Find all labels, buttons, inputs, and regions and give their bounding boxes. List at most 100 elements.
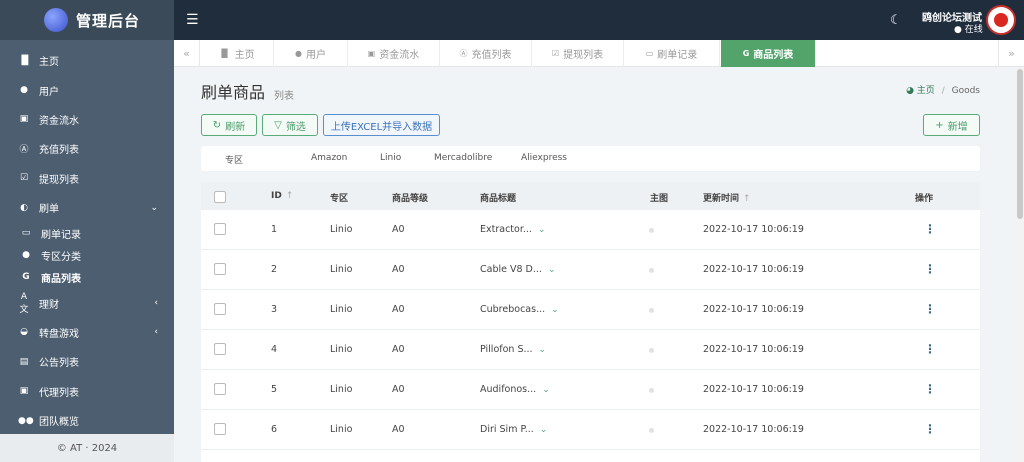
expand-chevron-icon[interactable]: ⌄ <box>538 225 546 235</box>
sidebar-item-label: 专区分类 <box>41 251 81 263</box>
cell-title-text: Audifonos... <box>480 384 537 395</box>
menu-toggle-icon[interactable]: ☰ <box>186 12 199 28</box>
tab-withdraw[interactable]: ☑ 提现列表 <box>532 40 624 67</box>
tab-home[interactable]: ▐▌ 主页 <box>200 40 274 67</box>
expand-chevron-icon[interactable]: ⌄ <box>551 305 559 315</box>
sidebar-item-users[interactable]: ● 用户 <box>0 75 174 104</box>
zone-filter-aliexpress[interactable]: Aliexpress <box>521 153 567 163</box>
dark-mode-icon[interactable]: ☾ <box>890 13 902 28</box>
cell-id: 2 <box>271 264 278 275</box>
sidebar-item-withdraw[interactable]: ☑ 提现列表 <box>0 164 174 193</box>
cell-level: A0 <box>392 224 405 235</box>
row-actions-menu-icon[interactable]: ⋮ <box>924 422 936 436</box>
sidebar-item-funds[interactable]: ▣ 资金流水 <box>0 105 174 134</box>
table-row: 4 Linio A0 Pillofon S... ⌄ 2022-10-17 10:06:1… <box>201 330 980 370</box>
row-actions-menu-icon[interactable]: ⋮ <box>924 302 936 316</box>
sidebar-item-brush[interactable]: ◐ 刷单 ⌄ <box>0 193 174 222</box>
check-square-icon: ☑ <box>19 173 29 184</box>
row-checkbox[interactable] <box>214 343 226 355</box>
scrollbar-thumb[interactable] <box>1017 69 1023 219</box>
sidebar-subitem-goods-list[interactable]: G 商品列表 <box>0 266 174 288</box>
file-icon: ▤ <box>19 356 29 367</box>
cell-title[interactable]: Audifonos... ⌄ <box>480 384 550 395</box>
sidebar-item-home[interactable]: ▐▌ 主页 <box>0 46 174 75</box>
sidebar-subitem-zone-category[interactable]: ● 专区分类 <box>0 244 174 266</box>
sidebar-item-team[interactable]: ●● 团队概览 <box>0 406 174 435</box>
sidebar-item-finance[interactable]: A文 理财 ‹ <box>0 288 174 317</box>
filter-button[interactable]: ▽ 筛选 <box>262 114 318 136</box>
tab-funds[interactable]: ▣ 资金流水 <box>348 40 440 67</box>
cell-zone: Linio <box>330 424 353 435</box>
row-actions-menu-icon[interactable]: ⋮ <box>924 262 936 276</box>
avatar[interactable] <box>986 5 1016 35</box>
user-icon: ● <box>295 49 302 58</box>
tab-brush-records[interactable]: ▭ 刷单记录 <box>624 40 720 67</box>
expand-chevron-icon[interactable]: ⌄ <box>548 265 556 275</box>
logo[interactable]: 管理后台 <box>0 0 174 40</box>
column-header-title: 商品标题 <box>480 194 517 204</box>
row-actions-menu-icon[interactable]: ⋮ <box>924 342 936 356</box>
zone-filter-amazon[interactable]: Amazon <box>311 153 347 163</box>
row-actions-menu-icon[interactable]: ⋮ <box>924 382 936 396</box>
cell-level: A0 <box>392 304 405 315</box>
cell-zone: Linio <box>330 344 353 355</box>
cell-updated: 2022-10-17 10:06:19 <box>703 344 804 355</box>
money-icon: ▣ <box>19 114 29 125</box>
row-checkbox[interactable] <box>214 263 226 275</box>
zone-filter-linio[interactable]: Linio <box>380 153 401 163</box>
cell-title[interactable]: Extractor... ⌄ <box>480 224 545 235</box>
cell-id: 1 <box>271 224 278 235</box>
row-checkbox[interactable] <box>214 383 226 395</box>
users-icon: ●● <box>18 415 34 426</box>
circle-icon: ● <box>22 250 30 261</box>
cell-title[interactable]: Cubrebocas... ⌄ <box>480 304 559 315</box>
cell-id: 5 <box>271 384 278 395</box>
tab-users[interactable]: ● 用户 <box>274 40 348 67</box>
column-header-id[interactable]: ID ↑ <box>271 191 293 201</box>
sidebar-menu: ▐▌ 主页 ● 用户 ▣ 资金流水 Ⓐ 充值列表 ☑ 提现列表 ◐ 刷单 ⌄ ▭ 刷单记录 ● 专… <box>0 40 174 435</box>
image-placeholder <box>649 348 654 353</box>
row-actions-menu-icon[interactable]: ⋮ <box>924 222 936 236</box>
tab-label: 商品列表 <box>753 50 794 61</box>
cell-title-text: Cable V8 D... <box>480 264 542 275</box>
chevron-left-icon: ‹ <box>154 327 158 338</box>
refresh-button[interactable]: ↻ 刷新 <box>201 114 257 136</box>
cell-title[interactable]: Cable V8 D... ⌄ <box>480 264 555 275</box>
breadcrumb-home[interactable]: 主页 <box>917 86 935 96</box>
expand-chevron-icon[interactable]: ⌄ <box>539 345 547 355</box>
tab-goods-list[interactable]: G 商品列表 <box>721 40 816 67</box>
cell-level: A0 <box>392 384 405 395</box>
expand-chevron-icon[interactable]: ⌄ <box>540 425 548 435</box>
cell-zone: Linio <box>330 224 353 235</box>
sidebar-item-recharge[interactable]: Ⓐ 充值列表 <box>0 134 174 163</box>
tab-recharge[interactable]: Ⓐ 充值列表 <box>440 40 532 67</box>
cell-title[interactable]: Pillofon S... ⌄ <box>480 344 546 355</box>
zone-filter-mercadolibre[interactable]: Mercadolibre <box>434 153 492 163</box>
select-all-checkbox[interactable] <box>214 191 226 203</box>
column-header-label: 更新时间 <box>703 194 740 204</box>
sidebar-item-label: 主页 <box>39 57 59 69</box>
row-checkbox[interactable] <box>214 223 226 235</box>
add-button[interactable]: + 新增 <box>923 114 980 136</box>
cell-title[interactable]: Diri Sim P... ⌄ <box>480 424 547 435</box>
table-header: ID ↑ 专区 商品等级 商品标题 主图 更新时间 ↑ 操作 <box>201 182 980 210</box>
row-checkbox[interactable] <box>214 423 226 435</box>
tabs-scroll-right-icon[interactable]: » <box>998 40 1024 67</box>
expand-chevron-icon[interactable]: ⌄ <box>542 385 550 395</box>
row-checkbox[interactable] <box>214 303 226 315</box>
keyboard-icon: ▭ <box>645 49 654 58</box>
sidebar-item-wheel-game[interactable]: ◒ 转盘游戏 ‹ <box>0 318 174 347</box>
sidebar-footer: © AT · 2024 <box>0 434 174 462</box>
sidebar-item-notices[interactable]: ▤ 公告列表 <box>0 347 174 376</box>
sidebar-item-label: 刷单记录 <box>41 229 81 241</box>
zone-filter-label: 专区 <box>225 156 244 166</box>
sidebar-subitem-brush-records[interactable]: ▭ 刷单记录 <box>0 222 174 244</box>
upload-excel-button[interactable]: 上传EXCEL并导入数据 <box>323 114 440 136</box>
column-header-label: ID <box>271 191 282 201</box>
tabs-scroll-left-icon[interactable]: « <box>174 40 200 67</box>
page-scrollbar[interactable] <box>1016 67 1024 462</box>
topbar: ☰ ☾ 鸥创论坛测试 ● 在线 <box>174 0 1024 40</box>
column-header-updated[interactable]: 更新时间 ↑ <box>703 191 751 204</box>
letter-a-icon: Ⓐ <box>19 145 29 156</box>
sidebar-item-agents[interactable]: ▣ 代理列表 <box>0 377 174 406</box>
